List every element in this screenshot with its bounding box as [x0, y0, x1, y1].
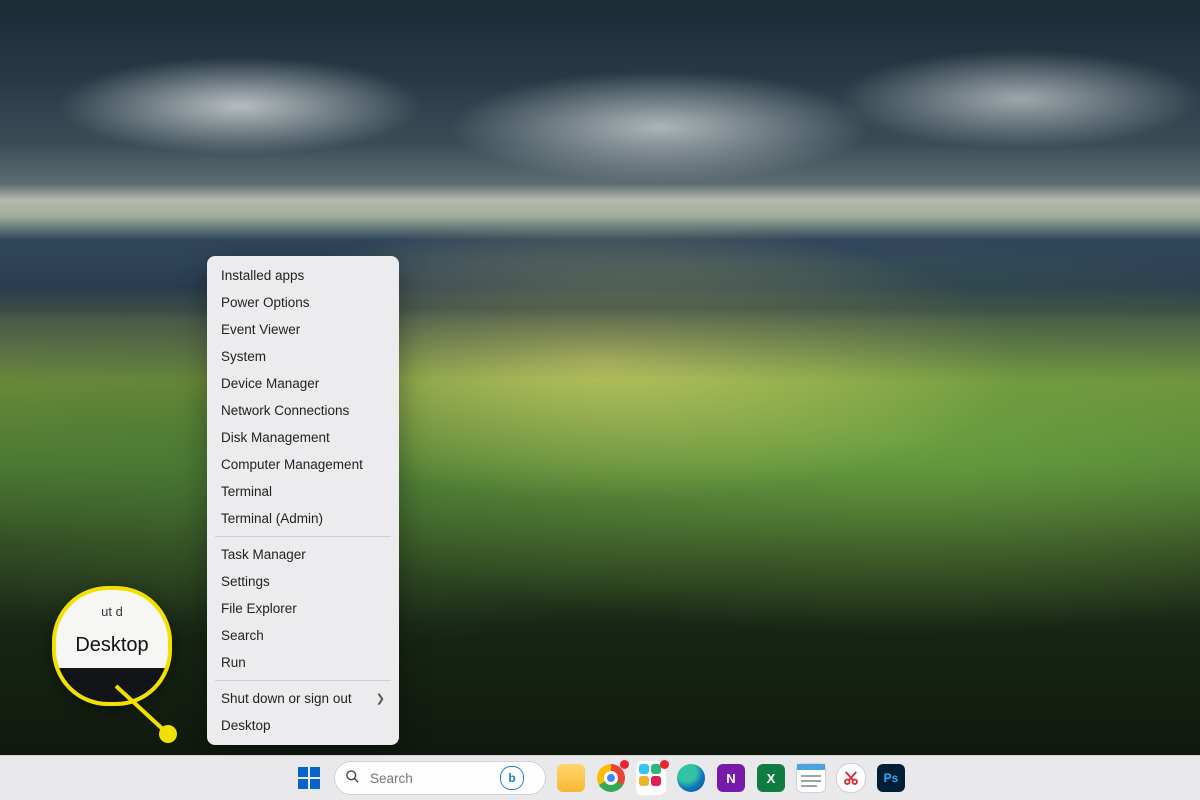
menu-item-shut-down-or-sign-out[interactable]: Shut down or sign out ❯ — [207, 685, 399, 712]
menu-item-file-explorer[interactable]: File Explorer — [207, 595, 399, 622]
desktop-wallpaper[interactable] — [0, 0, 1200, 800]
notepad-icon — [796, 763, 826, 793]
taskbar-item-edge[interactable] — [676, 763, 706, 793]
menu-item-terminal[interactable]: Terminal — [207, 478, 399, 505]
annotation-upper-fragment: ut d — [56, 604, 168, 619]
menu-item-power-options[interactable]: Power Options — [207, 289, 399, 316]
menu-item-installed-apps[interactable]: Installed apps — [207, 262, 399, 289]
folder-icon — [557, 764, 585, 792]
taskbar-search[interactable]: b — [334, 761, 546, 795]
menu-item-task-manager[interactable]: Task Manager — [207, 541, 399, 568]
menu-item-event-viewer[interactable]: Event Viewer — [207, 316, 399, 343]
menu-item-terminal-admin[interactable]: Terminal (Admin) — [207, 505, 399, 532]
chrome-icon — [597, 764, 625, 792]
annotation-pointer — [116, 686, 186, 756]
windows-logo-icon — [298, 767, 320, 789]
menu-separator — [215, 680, 391, 681]
menu-item-device-manager[interactable]: Device Manager — [207, 370, 399, 397]
start-button[interactable] — [294, 763, 324, 793]
taskbar-item-photoshop[interactable]: Ps — [876, 763, 906, 793]
search-icon — [345, 769, 360, 787]
menu-item-desktop[interactable]: Desktop — [207, 712, 399, 739]
taskbar-item-excel[interactable]: X — [756, 763, 786, 793]
excel-icon: X — [757, 764, 785, 792]
taskbar: b N X Ps — [0, 755, 1200, 800]
annotation-highlighted-label: Desktop — [56, 634, 168, 657]
taskbar-item-slack[interactable] — [636, 763, 666, 793]
menu-item-run[interactable]: Run — [207, 649, 399, 676]
taskbar-item-notepad[interactable] — [796, 763, 826, 793]
menu-separator — [215, 536, 391, 537]
menu-item-computer-management[interactable]: Computer Management — [207, 451, 399, 478]
snipping-tool-icon — [836, 763, 866, 793]
menu-item-disk-management[interactable]: Disk Management — [207, 424, 399, 451]
taskbar-item-chrome[interactable] — [596, 763, 626, 793]
menu-item-network-connections[interactable]: Network Connections — [207, 397, 399, 424]
taskbar-item-file-explorer[interactable] — [556, 763, 586, 793]
chevron-right-icon: ❯ — [376, 692, 385, 705]
taskbar-item-snipping-tool[interactable] — [836, 763, 866, 793]
menu-item-settings[interactable]: Settings — [207, 568, 399, 595]
notification-badge-icon — [620, 760, 629, 769]
edge-icon — [677, 764, 705, 792]
notification-badge-icon — [660, 760, 669, 769]
bing-chat-icon[interactable]: b — [500, 766, 524, 790]
start-context-menu: Installed apps Power Options Event Viewe… — [207, 256, 399, 745]
search-input[interactable] — [368, 770, 492, 787]
taskbar-item-onenote[interactable]: N — [716, 763, 746, 793]
menu-item-search[interactable]: Search — [207, 622, 399, 649]
onenote-icon: N — [717, 764, 745, 792]
photoshop-icon: Ps — [877, 764, 905, 792]
menu-item-system[interactable]: System — [207, 343, 399, 370]
